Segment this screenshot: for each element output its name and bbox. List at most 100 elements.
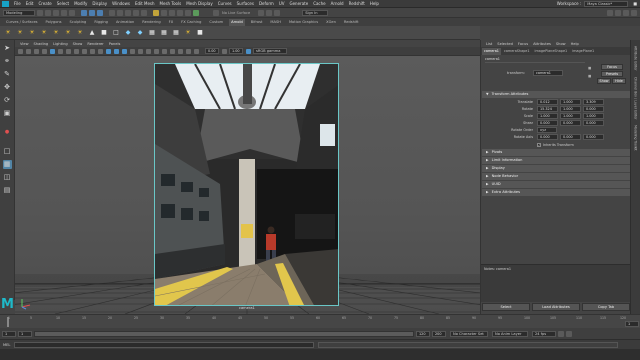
select-hierarchy-icon[interactable] bbox=[81, 9, 87, 16]
transform-node-field[interactable]: camera1 bbox=[533, 70, 563, 76]
camera-icon[interactable] bbox=[274, 9, 281, 16]
scale-y-field[interactable]: 1.000 bbox=[560, 113, 581, 119]
inherits-transform-checkbox[interactable]: ✓ bbox=[537, 142, 541, 147]
light-manager-icon[interactable]: ▦ bbox=[160, 29, 168, 37]
save-scene-icon[interactable] bbox=[53, 9, 59, 16]
fps-dropdown[interactable]: 24 fps bbox=[532, 330, 556, 337]
image-plane[interactable] bbox=[154, 63, 339, 306]
shelf-tab-arnold[interactable]: Arnold bbox=[229, 18, 245, 26]
sign-in-button[interactable]: Sign In bbox=[302, 9, 329, 16]
menu-deform[interactable]: Deform bbox=[259, 1, 274, 6]
redo-icon[interactable] bbox=[69, 9, 75, 16]
menu-generate[interactable]: Generate bbox=[290, 1, 309, 6]
shelf-tab-polygons[interactable]: Polygons bbox=[44, 19, 64, 26]
range-start-field[interactable]: 1 bbox=[18, 330, 32, 337]
photometric-light-icon[interactable]: ☀ bbox=[40, 29, 48, 37]
rotate-z-field[interactable]: 0.000 bbox=[583, 106, 604, 112]
ae-menu-focus[interactable]: Focus bbox=[518, 42, 528, 46]
menu-surfaces[interactable]: Surfaces bbox=[237, 1, 254, 6]
render-region-icon[interactable]: ● bbox=[3, 128, 12, 137]
section-node-behavior[interactable]: ▶ Node Behavior bbox=[482, 173, 630, 180]
lock-icon[interactable]: ■ bbox=[633, 1, 637, 6]
select-tool-icon[interactable]: ➤ bbox=[3, 44, 12, 53]
channel-box-toggle-icon[interactable] bbox=[631, 9, 637, 16]
translate-y-field[interactable]: 1.000 bbox=[560, 99, 581, 105]
show-button[interactable]: Show bbox=[597, 78, 611, 84]
textured-icon[interactable] bbox=[122, 48, 127, 54]
select-object-icon[interactable] bbox=[89, 9, 95, 16]
rotate-axis-z-field[interactable]: 0.000 bbox=[583, 134, 604, 140]
viewport-menu-renderer[interactable]: Renderer bbox=[87, 42, 103, 46]
current-frame-field[interactable]: 1 bbox=[625, 321, 639, 327]
safe-action-icon[interactable] bbox=[90, 48, 95, 54]
wireframe-icon[interactable] bbox=[106, 48, 111, 54]
character-set-dropdown[interactable]: No Character Set bbox=[450, 330, 488, 337]
rotate-order-dropdown[interactable]: xyz bbox=[537, 127, 557, 133]
snap-surface-icon[interactable] bbox=[141, 9, 147, 16]
shelf-tab-xgen[interactable]: XGen bbox=[324, 19, 338, 26]
arnold-render-icon[interactable]: ☀ bbox=[4, 29, 12, 37]
single-perspective-layout-icon[interactable]: □ bbox=[3, 147, 12, 156]
hide-button[interactable]: Hide bbox=[612, 78, 626, 84]
side-tab-attribute-editor[interactable]: Attribute Editor bbox=[634, 46, 638, 71]
color-space-dropdown[interactable]: sRGB gamma bbox=[253, 48, 287, 54]
field-chart-icon[interactable] bbox=[82, 48, 87, 54]
translate-x-field[interactable]: 0.012 bbox=[537, 99, 558, 105]
physical-sky-icon[interactable]: ▲ bbox=[88, 29, 96, 37]
section-uuid[interactable]: ▶ UUID bbox=[482, 181, 630, 188]
gate-mask-icon[interactable] bbox=[74, 48, 79, 54]
viewport-menu-panels[interactable]: Panels bbox=[109, 42, 121, 46]
menu-set-dropdown[interactable]: Modeling bbox=[3, 9, 35, 16]
shelf-tab-redshift[interactable]: Redshift bbox=[342, 19, 361, 26]
section-limit-information[interactable]: ▶ Limit Information bbox=[482, 157, 630, 164]
rotate-y-field[interactable]: 1.000 bbox=[560, 106, 581, 112]
light-portal-icon[interactable]: □ bbox=[112, 29, 120, 37]
outliner-layout-icon[interactable]: ▤ bbox=[3, 186, 12, 195]
section-pivots[interactable]: ▶ Pivots bbox=[482, 149, 630, 156]
attribute-editor-toggle-icon[interactable] bbox=[615, 9, 621, 16]
shelf-tab-bifrost[interactable]: Bifrost bbox=[249, 19, 265, 26]
range-end-field[interactable]: 120 bbox=[416, 330, 430, 337]
menu-mesh-tools[interactable]: Mesh Tools bbox=[160, 1, 182, 6]
shelf-tab-rigging[interactable]: Rigging bbox=[92, 19, 110, 26]
workspace-dropdown[interactable]: Maya Classic* bbox=[584, 0, 629, 7]
persp-outliner-layout-icon[interactable]: ◫ bbox=[3, 173, 12, 182]
standin-icon[interactable]: ◆ bbox=[124, 29, 132, 37]
isolate-select-icon[interactable] bbox=[178, 48, 183, 54]
film-gate-icon[interactable] bbox=[58, 48, 63, 54]
shelf-tab-animation[interactable]: Animation bbox=[114, 19, 136, 26]
ae-menu-selected[interactable]: Selected bbox=[497, 42, 513, 46]
render-settings-icon[interactable] bbox=[185, 9, 191, 16]
flush-caches-icon[interactable]: ☀ bbox=[184, 29, 192, 37]
rotate-axis-x-field[interactable]: 0.000 bbox=[537, 134, 558, 140]
shelf-tab-fx[interactable]: FX bbox=[167, 19, 176, 26]
focus-button[interactable]: Focus bbox=[601, 64, 623, 70]
node-name-field[interactable]: camera1 bbox=[485, 57, 585, 63]
menu-edit[interactable]: Edit bbox=[26, 1, 34, 6]
curve-collector-icon[interactable]: ◆ bbox=[136, 29, 144, 37]
exposure-field[interactable]: 0.00 bbox=[205, 48, 219, 54]
texture-manager-icon[interactable]: ▦ bbox=[172, 29, 180, 37]
safe-title-icon[interactable] bbox=[98, 48, 103, 54]
presets-arrow-icon[interactable]: ■ bbox=[588, 74, 591, 78]
ae-tab-imageplaneshape1[interactable]: imagePlaneShape1 bbox=[533, 48, 570, 55]
new-scene-icon[interactable] bbox=[37, 9, 43, 16]
camera-attributes-icon[interactable] bbox=[26, 48, 31, 54]
side-tab-modeling-toolkit[interactable]: Modeling Toolkit bbox=[634, 125, 638, 151]
xray-mode-icon[interactable] bbox=[186, 48, 191, 54]
symmetry-icon[interactable] bbox=[258, 9, 265, 16]
section-display[interactable]: ▶ Display bbox=[482, 165, 630, 172]
xray-joints-icon[interactable] bbox=[194, 48, 199, 54]
viewport-menu-lighting[interactable]: Lighting bbox=[53, 42, 68, 46]
shelf-tab-curves-surfaces[interactable]: Curves / Surfaces bbox=[4, 19, 40, 26]
undo-icon[interactable] bbox=[61, 9, 67, 16]
depth-of-field-icon[interactable] bbox=[170, 48, 175, 54]
ae-menu-help[interactable]: Help bbox=[571, 42, 579, 46]
section-transform-attributes[interactable]: ▼ Transform Attributes bbox=[482, 91, 630, 98]
shelf-tab-rendering[interactable]: Rendering bbox=[140, 19, 162, 26]
rotate-axis-y-field[interactable]: 0.000 bbox=[560, 134, 581, 140]
snap-point-icon[interactable] bbox=[125, 9, 131, 16]
snap-grid-icon[interactable] bbox=[109, 9, 115, 16]
select-component-icon[interactable] bbox=[97, 9, 103, 16]
ae-tab-imageplane1[interactable]: imagePlane1 bbox=[570, 48, 596, 55]
